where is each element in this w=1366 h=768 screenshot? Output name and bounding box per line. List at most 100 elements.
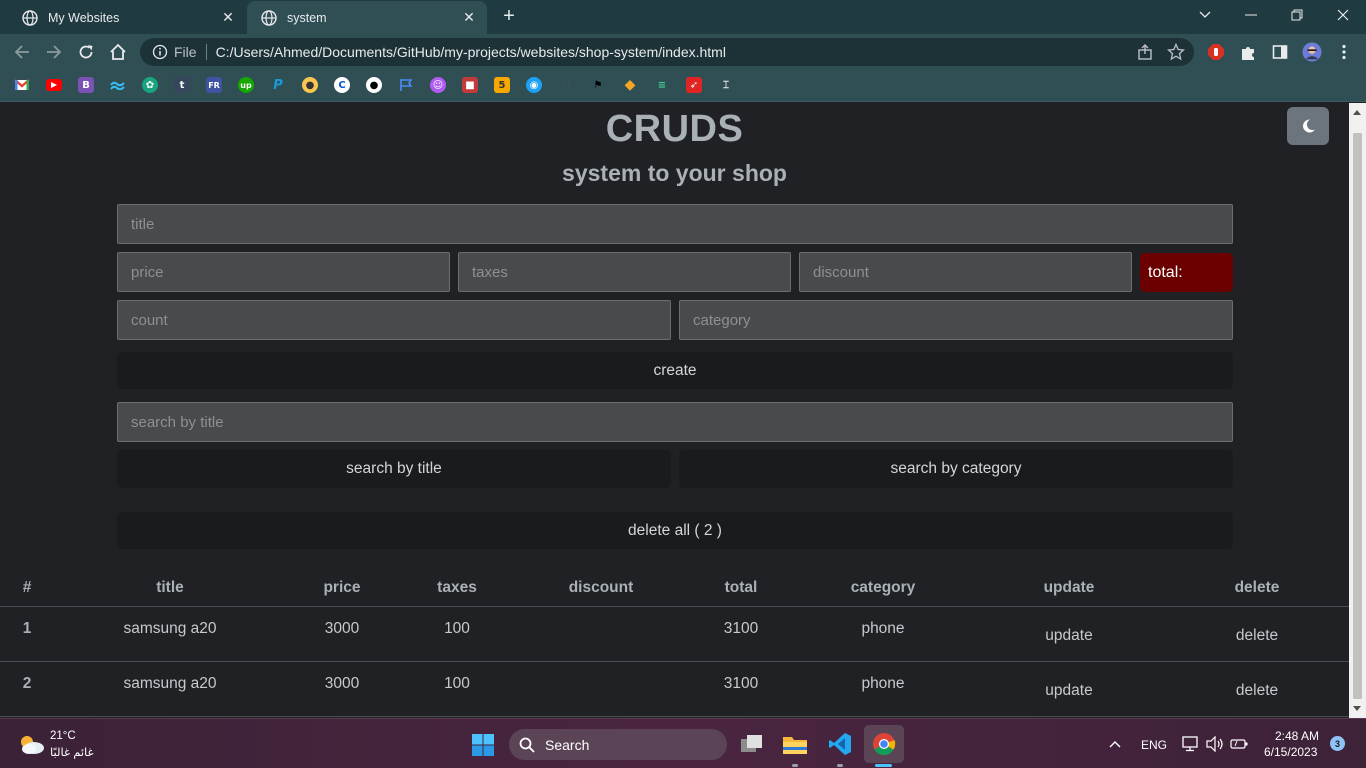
vscode-icon[interactable] [826, 730, 854, 758]
update-button[interactable]: update [1045, 682, 1092, 700]
minimize-icon[interactable] [1228, 0, 1274, 30]
bootstrap-icon[interactable]: B [78, 77, 94, 93]
new-tab-button[interactable]: + [498, 6, 520, 28]
page-subtitle: system to your shop [562, 160, 787, 186]
arrow-icon[interactable]: ➶ [686, 77, 702, 93]
search-label: Search [545, 736, 590, 753]
close-tab-icon[interactable]: ✕ [220, 9, 236, 26]
page-content: CRUDS system to your shop total: create … [0, 103, 1349, 718]
github-icon[interactable]: ● [366, 77, 382, 93]
delete-all-button[interactable]: delete all ( 2 ) [117, 512, 1233, 549]
frontend-mentor-icon[interactable]: FR [206, 77, 222, 93]
weather-icon[interactable] [16, 731, 46, 757]
glasses-icon[interactable]: ⌶ [718, 77, 734, 93]
scroll-up-arrow[interactable] [1353, 110, 1361, 115]
close-tab-icon[interactable]: ✕ [461, 9, 477, 26]
share-icon[interactable] [1136, 43, 1154, 61]
coursera-icon[interactable]: C [334, 77, 350, 93]
adblock-icon[interactable] [1206, 42, 1226, 62]
taxes-input[interactable] [458, 252, 791, 292]
tailwind-icon[interactable] [110, 77, 126, 93]
table-header-title: title [156, 579, 184, 596]
extensions-icon[interactable] [1238, 42, 1258, 62]
tab-title: system [287, 10, 327, 25]
table-header-discount: discount [568, 579, 634, 596]
tumblr-icon[interactable]: t [174, 77, 190, 93]
file-explorer-icon[interactable] [781, 730, 809, 758]
divider [0, 716, 1349, 717]
chrome-icon[interactable] [864, 725, 904, 763]
site-info-icon[interactable] [152, 44, 168, 60]
category-input[interactable] [679, 300, 1233, 340]
table-header-delete: delete [1234, 579, 1280, 596]
delete-button[interactable]: delete [1236, 682, 1278, 700]
reload-icon[interactable] [74, 40, 98, 64]
close-window-icon[interactable] [1320, 0, 1366, 30]
back-icon[interactable] [10, 40, 34, 64]
search-by-title-button[interactable]: search by title [117, 450, 671, 488]
star-icon[interactable] [1167, 43, 1185, 61]
clock-time[interactable]: 2:48 AM [1275, 729, 1319, 743]
tab-search-icon[interactable] [1182, 0, 1228, 30]
price-input[interactable] [117, 252, 450, 292]
circle-icon[interactable]: ◉ [526, 77, 542, 93]
address-bar[interactable]: File C:/Users/Ahmed/Documents/GitHub/my-… [140, 38, 1194, 66]
running-indicator [792, 764, 798, 767]
volume-icon[interactable] [1205, 734, 1225, 754]
network-icon[interactable] [1181, 734, 1201, 754]
chevron-up-icon[interactable] [1106, 734, 1124, 754]
row-category: phone [861, 675, 905, 692]
update-button[interactable]: update [1045, 627, 1092, 645]
divider [0, 661, 1349, 662]
create-button[interactable]: create [117, 352, 1233, 389]
cube-icon[interactable]: ■ [462, 77, 478, 93]
html5-icon[interactable]: 5 [494, 77, 510, 93]
gmail-icon[interactable] [14, 77, 30, 93]
clock-date[interactable]: 6/15/2023 [1264, 745, 1317, 759]
pennant-icon[interactable]: ⚑ [590, 77, 606, 93]
extension-icon[interactable]: ● [302, 77, 318, 93]
chat-icon[interactable]: ☺ [430, 77, 446, 93]
diamond-icon[interactable]: ◆ [622, 77, 638, 93]
delete-button[interactable]: delete [1236, 627, 1278, 645]
menu-icon[interactable] [1334, 42, 1354, 62]
table-header-total: total [724, 579, 758, 596]
active-indicator [875, 764, 892, 767]
task-view-icon[interactable] [738, 731, 766, 757]
avatar[interactable] [1302, 42, 1322, 62]
youtube-icon[interactable] [46, 79, 62, 91]
blank-icon[interactable]: ◌ [558, 77, 574, 93]
home-icon[interactable] [106, 40, 130, 64]
url-text[interactable]: C:/Users/Ahmed/Documents/GitHub/my-proje… [216, 44, 726, 60]
row-id: 2 [22, 675, 32, 692]
frame-icon[interactable]: ≡ [654, 77, 670, 93]
title-input[interactable] [117, 204, 1233, 244]
row-taxes: 100 [444, 675, 470, 692]
discount-input[interactable] [799, 252, 1132, 292]
start-icon[interactable] [470, 732, 496, 758]
taskbar-search[interactable]: Search [509, 729, 727, 760]
table-header-update: update [1043, 579, 1095, 596]
upwork-icon[interactable]: up [238, 77, 254, 93]
row-id: 1 [22, 620, 32, 637]
language-indicator[interactable]: ENG [1141, 738, 1167, 752]
browser-tab-bar: My Websites ✕ system ✕ + [0, 0, 1366, 34]
restore-icon[interactable] [1274, 0, 1320, 30]
scrollbar-thumb[interactable] [1353, 133, 1362, 699]
tab-system[interactable]: system ✕ [247, 1, 487, 34]
side-panel-icon[interactable] [1270, 42, 1290, 62]
search-input[interactable] [117, 402, 1233, 442]
row-price: 3000 [324, 675, 360, 692]
flag-icon[interactable] [398, 77, 414, 93]
notification-badge[interactable]: 3 [1330, 736, 1345, 751]
forward-icon[interactable] [42, 40, 66, 64]
battery-icon[interactable] [1229, 734, 1249, 754]
row-category: phone [861, 620, 905, 637]
search-by-category-button[interactable]: search by category [679, 450, 1233, 488]
chatgpt-icon[interactable]: ✿ [142, 77, 158, 93]
scroll-down-arrow[interactable] [1353, 706, 1361, 711]
paypal-icon[interactable]: P [270, 77, 286, 93]
tab-my-websites[interactable]: My Websites ✕ [8, 1, 246, 34]
count-input[interactable] [117, 300, 671, 340]
page-scrollbar[interactable] [1349, 103, 1366, 718]
